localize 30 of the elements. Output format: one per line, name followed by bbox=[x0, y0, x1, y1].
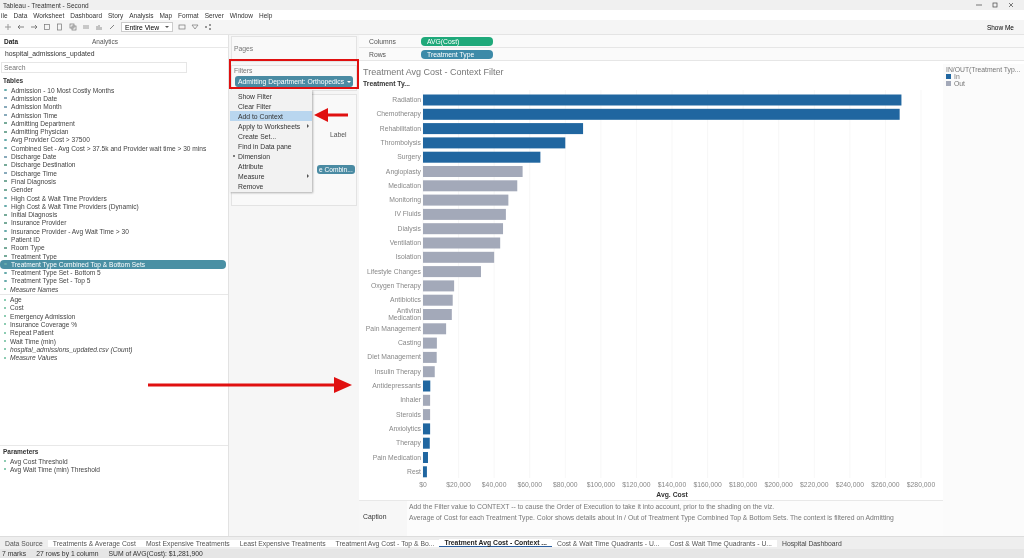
share-icon[interactable] bbox=[204, 23, 213, 31]
bar[interactable] bbox=[423, 351, 437, 363]
duplicate-icon[interactable] bbox=[69, 23, 77, 31]
bar[interactable] bbox=[423, 466, 427, 478]
bar[interactable] bbox=[423, 380, 431, 392]
pen-icon[interactable] bbox=[108, 23, 116, 31]
forward-arrow-icon[interactable] bbox=[30, 23, 38, 31]
save-icon[interactable] bbox=[43, 23, 51, 31]
new-sheet-icon[interactable] bbox=[56, 23, 64, 31]
bar[interactable] bbox=[423, 151, 541, 163]
bar[interactable] bbox=[423, 409, 431, 421]
bar[interactable] bbox=[423, 323, 447, 335]
bar[interactable] bbox=[423, 280, 455, 292]
close-icon[interactable] bbox=[1007, 1, 1015, 9]
annotation-arrow bbox=[314, 108, 348, 122]
bar[interactable] bbox=[423, 137, 566, 149]
tooltip-icon[interactable] bbox=[191, 23, 200, 31]
plus-icon[interactable] bbox=[4, 23, 12, 31]
back-arrow-icon[interactable] bbox=[17, 23, 25, 31]
bar[interactable] bbox=[423, 394, 431, 406]
bar[interactable] bbox=[423, 108, 900, 120]
bar[interactable] bbox=[423, 266, 481, 278]
bar[interactable] bbox=[423, 123, 584, 135]
bar[interactable] bbox=[423, 437, 430, 449]
minimize-icon[interactable] bbox=[975, 1, 983, 9]
bar[interactable] bbox=[423, 208, 506, 220]
restore-icon[interactable] bbox=[991, 1, 999, 9]
bar[interactable] bbox=[423, 94, 902, 106]
bar[interactable] bbox=[423, 423, 431, 435]
chart-title: Treatment Avg Cost - Context Filter bbox=[362, 66, 505, 78]
